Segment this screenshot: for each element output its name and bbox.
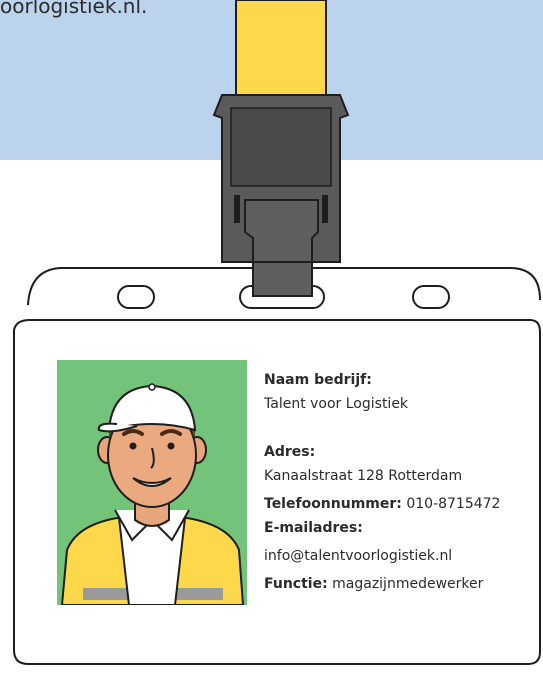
- address-label: Adres:: [264, 444, 316, 460]
- email-value: info@talentvoorlogistiek.nl: [264, 548, 453, 564]
- lanyard-strap: [235, 0, 327, 106]
- role-label: Functie:: [264, 576, 328, 592]
- person-photo: [57, 360, 247, 605]
- role-value: magazijnmedewerker: [332, 576, 484, 592]
- phone-value: 010-8715472: [406, 496, 501, 512]
- holder-hole-left: [117, 285, 155, 309]
- company-label: Naam bedrijf:: [264, 372, 372, 388]
- email-label: E-mailadres:: [264, 520, 363, 536]
- card-info: Naam bedrijf: Talent voor Logistiek Adre…: [264, 368, 500, 596]
- company-value: Talent voor Logistiek: [264, 396, 409, 412]
- phone-label: Telefoonnummer:: [264, 496, 402, 512]
- address-value: Kanaalstraat 128 Rotterdam: [264, 468, 463, 484]
- holder-hole-right: [412, 285, 450, 309]
